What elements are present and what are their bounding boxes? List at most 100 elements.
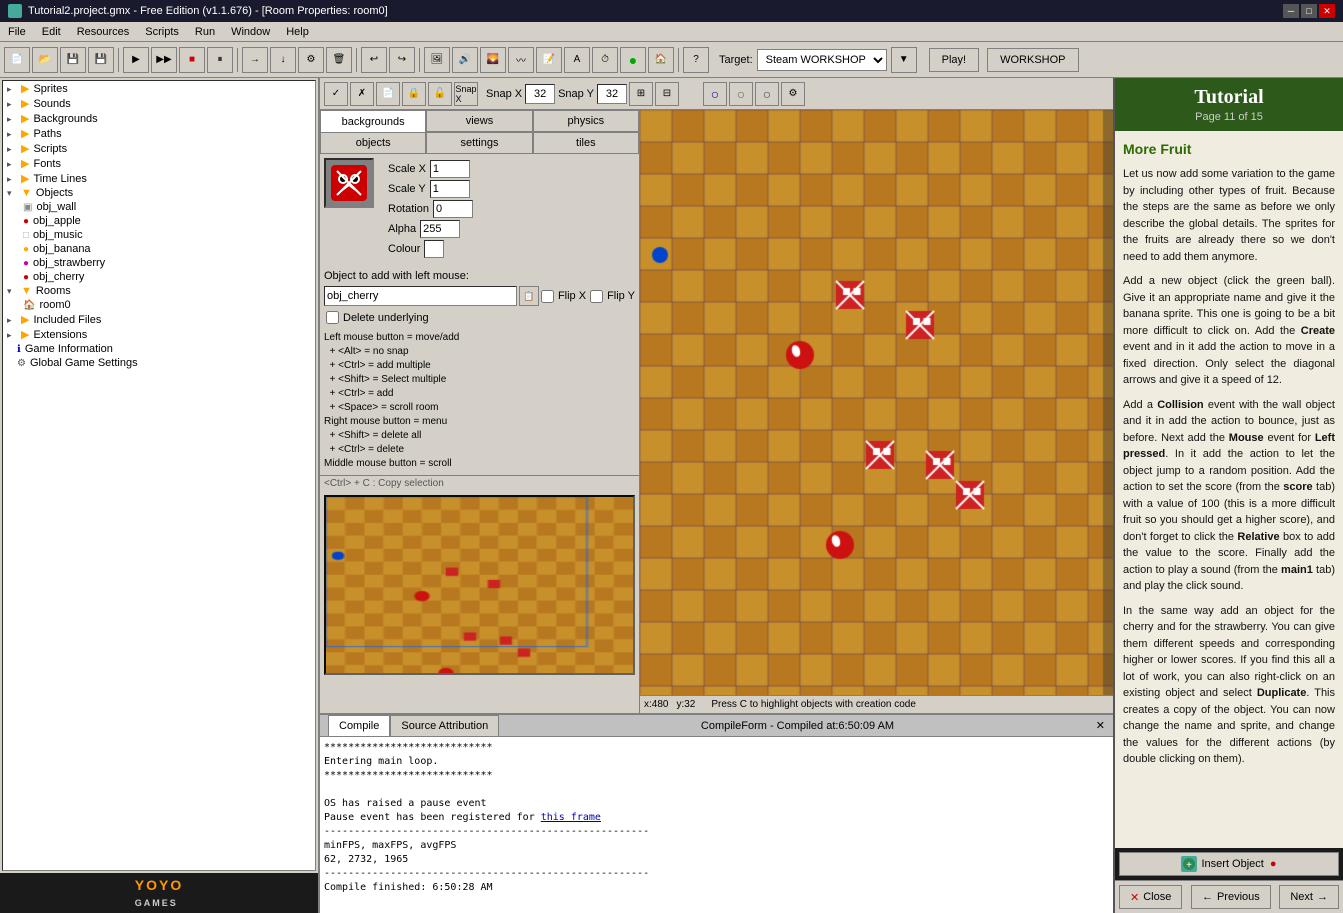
- sprite-btn[interactable]: 🖼: [424, 47, 450, 73]
- snap-x-input[interactable]: [525, 84, 555, 104]
- compile-button[interactable]: ⚙: [298, 47, 324, 73]
- maximize-button[interactable]: □: [1301, 4, 1317, 18]
- next-button[interactable]: Next →: [1279, 885, 1339, 909]
- tab-views[interactable]: views: [426, 110, 532, 132]
- snap-y-input[interactable]: [597, 84, 627, 104]
- delete-checkbox[interactable]: [326, 311, 339, 324]
- path-btn[interactable]: 〰: [508, 47, 534, 73]
- status-hint: Press C to highlight objects with creati…: [711, 699, 916, 710]
- save-button[interactable]: 💾: [60, 47, 86, 73]
- bg-btn[interactable]: 🌄: [480, 47, 506, 73]
- new-button[interactable]: 📄: [4, 47, 30, 73]
- rt-snap-btn[interactable]: SnapX: [454, 82, 478, 106]
- rt-check-btn[interactable]: ✓: [324, 82, 348, 106]
- tree-extensions[interactable]: ▸ ▶ Extensions: [3, 327, 315, 342]
- clean-button[interactable]: 🗑: [326, 47, 352, 73]
- tree-paths[interactable]: ▸ ▶ Paths: [3, 126, 315, 141]
- timeline-btn[interactable]: ⏱: [592, 47, 618, 73]
- tree-obj-apple[interactable]: ● obj_apple: [19, 214, 315, 228]
- rt-grid-btn[interactable]: ⊞: [629, 82, 653, 106]
- menu-edit[interactable]: Edit: [34, 22, 69, 41]
- step-button[interactable]: →: [242, 47, 268, 73]
- tree-backgrounds-label: Backgrounds: [33, 113, 97, 125]
- tab-physics[interactable]: physics: [533, 110, 639, 132]
- tree-room0[interactable]: 🏠 room0: [19, 298, 315, 312]
- tree-obj-banana[interactable]: ● obj_banana: [19, 242, 315, 256]
- open-button[interactable]: 📂: [32, 47, 58, 73]
- rt-circle3-btn[interactable]: ○: [755, 82, 779, 106]
- rt-unlock-btn[interactable]: 🔓: [428, 82, 452, 106]
- menu-run[interactable]: Run: [187, 22, 223, 41]
- tree-included-files[interactable]: ▸ ▶ Included Files: [3, 312, 315, 327]
- tree-backgrounds[interactable]: ▸ ▶ Backgrounds: [3, 111, 315, 126]
- tree-obj-strawberry[interactable]: ● obj_strawberry: [19, 256, 315, 270]
- stop-button[interactable]: ■: [179, 47, 205, 73]
- tree-sprites[interactable]: ▸ ▶ Sprites: [3, 81, 315, 96]
- font-btn[interactable]: A: [564, 47, 590, 73]
- tab-backgrounds[interactable]: backgrounds: [320, 110, 426, 132]
- room-viewport[interactable]: [640, 110, 1113, 695]
- workshop-button[interactable]: WORKSHOP: [987, 48, 1078, 72]
- target-dropdown[interactable]: Steam WORKSHOP: [757, 49, 887, 71]
- menu-resources[interactable]: Resources: [69, 22, 138, 41]
- undo-button[interactable]: ↩: [361, 47, 387, 73]
- tree-obj-cherry[interactable]: ● obj_cherry: [19, 270, 315, 284]
- tree-fonts[interactable]: ▸ ▶ Fonts: [3, 156, 315, 171]
- rt-new-btn[interactable]: 📄: [376, 82, 400, 106]
- compile-tab-source[interactable]: Source Attribution: [390, 715, 499, 737]
- compile-tab-compile[interactable]: Compile: [328, 715, 390, 737]
- compile-close-btn[interactable]: ✕: [1096, 719, 1105, 732]
- menu-help[interactable]: Help: [278, 22, 317, 41]
- menu-file[interactable]: File: [0, 22, 34, 41]
- tree-sounds[interactable]: ▸ ▶ Sounds: [3, 96, 315, 111]
- tree-timelines[interactable]: ▸ ▶ Time Lines: [3, 171, 315, 186]
- save-all-button[interactable]: 💾: [88, 47, 114, 73]
- title-controls[interactable]: ─ □ ✕: [1283, 4, 1335, 18]
- close-button-tutorial[interactable]: ✕ Close: [1119, 885, 1182, 909]
- target-settings-btn[interactable]: ▼: [891, 47, 917, 73]
- redo-button[interactable]: ↪: [389, 47, 415, 73]
- tab-settings[interactable]: settings: [426, 132, 532, 154]
- flip-y-checkbox[interactable]: [590, 290, 603, 303]
- alpha-input[interactable]: [420, 220, 460, 238]
- rt-lock-btn[interactable]: 🔒: [402, 82, 426, 106]
- tree-obj-wall[interactable]: ▣ obj_wall: [19, 200, 315, 214]
- pause-button[interactable]: ⏸: [207, 47, 233, 73]
- help-btn[interactable]: ?: [683, 47, 709, 73]
- tree-game-info[interactable]: ℹ Game Information: [3, 342, 315, 356]
- obj-name-input[interactable]: [324, 286, 517, 306]
- menu-scripts[interactable]: Scripts: [137, 22, 187, 41]
- scale-y-input[interactable]: [430, 180, 470, 198]
- tree-scripts[interactable]: ▸ ▶ Scripts: [3, 141, 315, 156]
- flip-x-checkbox[interactable]: [541, 290, 554, 303]
- tab-objects[interactable]: objects: [320, 132, 426, 154]
- previous-button[interactable]: ← Previous: [1191, 885, 1271, 909]
- colour-picker[interactable]: [424, 240, 444, 258]
- tree-rooms[interactable]: ▾ ▼ Rooms: [3, 284, 315, 298]
- rt-gear-btn[interactable]: ⚙: [781, 82, 805, 106]
- run-button[interactable]: ▶: [123, 47, 149, 73]
- insert-object-button[interactable]: + Insert Object ●: [1119, 852, 1339, 876]
- room-btn[interactable]: 🏠: [648, 47, 674, 73]
- tab-tiles[interactable]: tiles: [533, 132, 639, 154]
- tree-global-settings[interactable]: ⚙ Global Game Settings: [3, 356, 315, 370]
- object-btn[interactable]: ●: [620, 47, 646, 73]
- minimize-button[interactable]: ─: [1283, 4, 1299, 18]
- rotation-input[interactable]: [433, 200, 473, 218]
- room-canvas[interactable]: [640, 110, 1113, 695]
- close-button[interactable]: ✕: [1319, 4, 1335, 18]
- debug-button[interactable]: ▶▶: [151, 47, 177, 73]
- obj-browse-btn[interactable]: 📋: [519, 286, 539, 306]
- rt-circle-btn[interactable]: ○: [703, 82, 727, 106]
- tree-objects[interactable]: ▾ ▼ Objects: [3, 186, 315, 200]
- rt-cross-btn[interactable]: ✗: [350, 82, 374, 106]
- play-button[interactable]: Play!: [929, 48, 979, 72]
- scale-x-input[interactable]: [430, 160, 470, 178]
- script-btn[interactable]: 📝: [536, 47, 562, 73]
- rt-grid2-btn[interactable]: ⊟: [655, 82, 679, 106]
- rt-circle2-btn[interactable]: ○: [729, 82, 753, 106]
- tree-obj-music[interactable]: □ obj_music: [19, 228, 315, 242]
- menu-window[interactable]: Window: [223, 22, 278, 41]
- sound-btn[interactable]: 🔊: [452, 47, 478, 73]
- step-over-button[interactable]: ↓: [270, 47, 296, 73]
